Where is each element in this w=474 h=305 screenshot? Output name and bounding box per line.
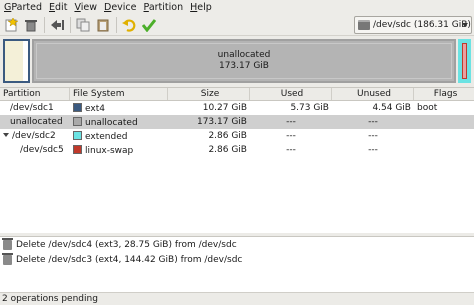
new-icon xyxy=(5,17,18,31)
status-bar: 2 operations pending xyxy=(0,292,474,305)
partition-name-label: /dev/sdc2 xyxy=(12,131,56,141)
table-row[interactable]: /dev/sdc2 extended 2.86 GiB --- --- xyxy=(0,129,474,143)
menubar: GParted Edit View Device Partition Help xyxy=(0,0,474,14)
file-system-cell: ext4 xyxy=(70,102,168,114)
list-item[interactable]: Delete /dev/sdc4 (ext3, 28.75 GiB) from … xyxy=(0,237,474,252)
operation-label: Delete /dev/sdc4 (ext3, 28.75 GiB) from … xyxy=(16,239,237,250)
segment-extended[interactable] xyxy=(458,39,471,83)
size-cell: 173.17 GiB xyxy=(196,117,247,127)
toolbar-separator xyxy=(44,16,45,33)
disk-graphic: unallocated 173.17 GiB xyxy=(0,37,474,85)
menu-help[interactable]: Help xyxy=(190,2,212,13)
delete-icon xyxy=(2,237,13,250)
partition-table: Partition File System Size Used Unused F… xyxy=(0,87,474,233)
apply-icon xyxy=(142,18,156,32)
column-size[interactable]: Size xyxy=(168,88,250,100)
menu-view[interactable]: View xyxy=(74,2,97,13)
device-selector[interactable]: /dev/sdc (186.31 GiB) xyxy=(354,16,472,34)
resize-move-icon xyxy=(51,19,64,30)
column-unused[interactable]: Unused xyxy=(332,88,414,100)
paste-button[interactable] xyxy=(95,17,111,33)
column-partition[interactable]: Partition xyxy=(0,88,70,100)
device-label: /dev/sdc (186.31 GiB) xyxy=(373,20,471,30)
delete-partition-button[interactable] xyxy=(23,17,39,33)
fs-color-swatch xyxy=(73,102,82,112)
column-used[interactable]: Used xyxy=(250,88,332,100)
used-cell: --- xyxy=(286,131,296,141)
resize-move-button[interactable] xyxy=(49,17,65,33)
menu-gparted[interactable]: GParted xyxy=(4,2,42,13)
flags-cell: boot xyxy=(417,103,438,113)
segment-unallocated-label: unallocated xyxy=(217,50,271,60)
chevron-down-icon xyxy=(462,23,468,27)
file-system-cell: linux-swap xyxy=(70,144,168,156)
partition-name: /dev/sdc1 xyxy=(10,103,54,113)
table-row[interactable]: /dev/sdc5 linux-swap 2.86 GiB --- --- xyxy=(0,143,474,157)
file-system-cell: extended xyxy=(70,130,168,142)
unused-cell: --- xyxy=(368,131,378,141)
expander-icon[interactable] xyxy=(3,133,9,137)
toolbar-separator xyxy=(70,16,71,33)
apply-button[interactable] xyxy=(141,17,157,33)
undo-icon xyxy=(122,18,136,32)
delete-icon xyxy=(25,19,37,31)
file-system-cell: unallocated xyxy=(70,116,168,128)
column-flags[interactable]: Flags xyxy=(414,88,474,100)
copy-button[interactable] xyxy=(75,17,91,33)
fs-label: unallocated xyxy=(85,117,138,128)
used-cell: --- xyxy=(286,145,296,155)
column-file-system[interactable]: File System xyxy=(70,88,168,100)
segment-unallocated-size: 173.17 GiB xyxy=(218,61,269,71)
table-row[interactable]: /dev/sdc1 ext4 10.27 GiB 5.73 GiB 4.54 G… xyxy=(0,101,474,115)
size-cell: 10.27 GiB xyxy=(202,103,247,113)
fs-label: ext4 xyxy=(85,103,105,114)
unused-cell: --- xyxy=(368,145,378,155)
fs-color-swatch xyxy=(73,130,82,140)
menu-device[interactable]: Device xyxy=(104,2,137,13)
new-partition-button[interactable] xyxy=(3,17,19,33)
segment-unallocated[interactable]: unallocated 173.17 GiB xyxy=(32,39,456,83)
list-item[interactable]: Delete /dev/sdc3 (ext4, 144.42 GiB) from… xyxy=(0,252,474,267)
pending-operations-list: Delete /dev/sdc4 (ext3, 28.75 GiB) from … xyxy=(0,236,474,292)
size-cell: 2.86 GiB xyxy=(208,145,247,155)
toolbar-separator xyxy=(116,16,117,33)
size-cell: 2.86 GiB xyxy=(208,131,247,141)
segment-swap[interactable] xyxy=(462,43,467,79)
fs-label: linux-swap xyxy=(85,145,134,156)
toolbar: /dev/sdc (186.31 GiB) xyxy=(0,14,474,36)
used-cell: 5.73 GiB xyxy=(290,103,329,113)
used-cell: --- xyxy=(286,117,296,127)
status-text: 2 operations pending xyxy=(2,294,98,304)
copy-icon xyxy=(76,18,90,31)
menu-partition[interactable]: Partition xyxy=(144,2,184,13)
hard-disk-icon xyxy=(358,20,370,30)
paste-icon xyxy=(97,19,109,31)
partition-name: unallocated xyxy=(10,117,63,127)
unused-cell: --- xyxy=(368,117,378,127)
partition-name: /dev/sdc2 xyxy=(0,131,70,141)
segment-sdc1[interactable] xyxy=(3,39,30,83)
delete-icon xyxy=(2,252,13,265)
undo-button[interactable] xyxy=(121,17,137,33)
partition-name: /dev/sdc5 xyxy=(20,145,64,155)
table-header: Partition File System Size Used Unused F… xyxy=(0,88,474,101)
segment-sdc1-used-fill xyxy=(5,41,23,81)
menu-edit[interactable]: Edit xyxy=(49,2,67,13)
fs-color-swatch xyxy=(73,144,82,154)
unused-cell: 4.54 GiB xyxy=(372,103,411,113)
fs-color-swatch xyxy=(73,116,82,126)
operation-label: Delete /dev/sdc3 (ext4, 144.42 GiB) from… xyxy=(16,254,243,265)
fs-label: extended xyxy=(85,131,128,142)
table-row[interactable]: unallocated unallocated 173.17 GiB --- -… xyxy=(0,115,474,129)
